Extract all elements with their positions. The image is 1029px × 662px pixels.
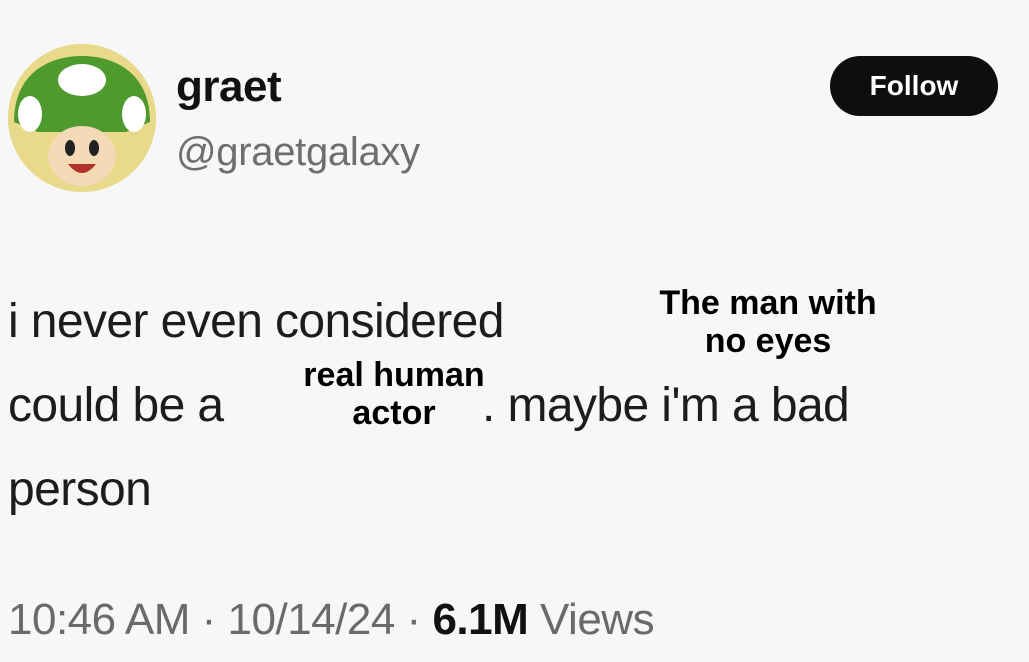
tweet-time[interactable]: 10:46 AM [8, 595, 190, 644]
separator: · [406, 595, 422, 644]
views-label: Views [540, 595, 655, 644]
overlay-middle-line-1: real human [303, 356, 485, 394]
tweet-text-line-2-start: could be a [8, 379, 224, 432]
tweet-text-line-3: person [8, 463, 152, 516]
tweet-date[interactable]: 10/14/24 [228, 595, 396, 644]
overlay-top-line-2: no eyes [704, 322, 832, 361]
follow-button[interactable]: Follow [830, 56, 998, 116]
overlay-caption-top: The man with no eyes [640, 284, 896, 360]
avatar[interactable] [8, 44, 156, 192]
separator: · [201, 595, 217, 644]
green-mushroom-toad-avatar-icon [8, 44, 156, 192]
tweet-meta: 10:46 AM · 10/14/24 · 6.1M Views [8, 595, 655, 645]
tweet-text-line-1: i never even considered [8, 295, 504, 348]
tweet-text-line-2-end: . maybe i'm a bad [482, 379, 850, 432]
views-count: 6.1M [432, 595, 529, 644]
overlay-top-line-1: The man with [659, 284, 877, 322]
user-handle[interactable]: @graetgalaxy [176, 130, 420, 175]
overlay-middle-line-2: actor [352, 394, 436, 433]
display-name[interactable]: graet [176, 62, 282, 112]
overlay-caption-middle: real human actor [286, 356, 502, 432]
